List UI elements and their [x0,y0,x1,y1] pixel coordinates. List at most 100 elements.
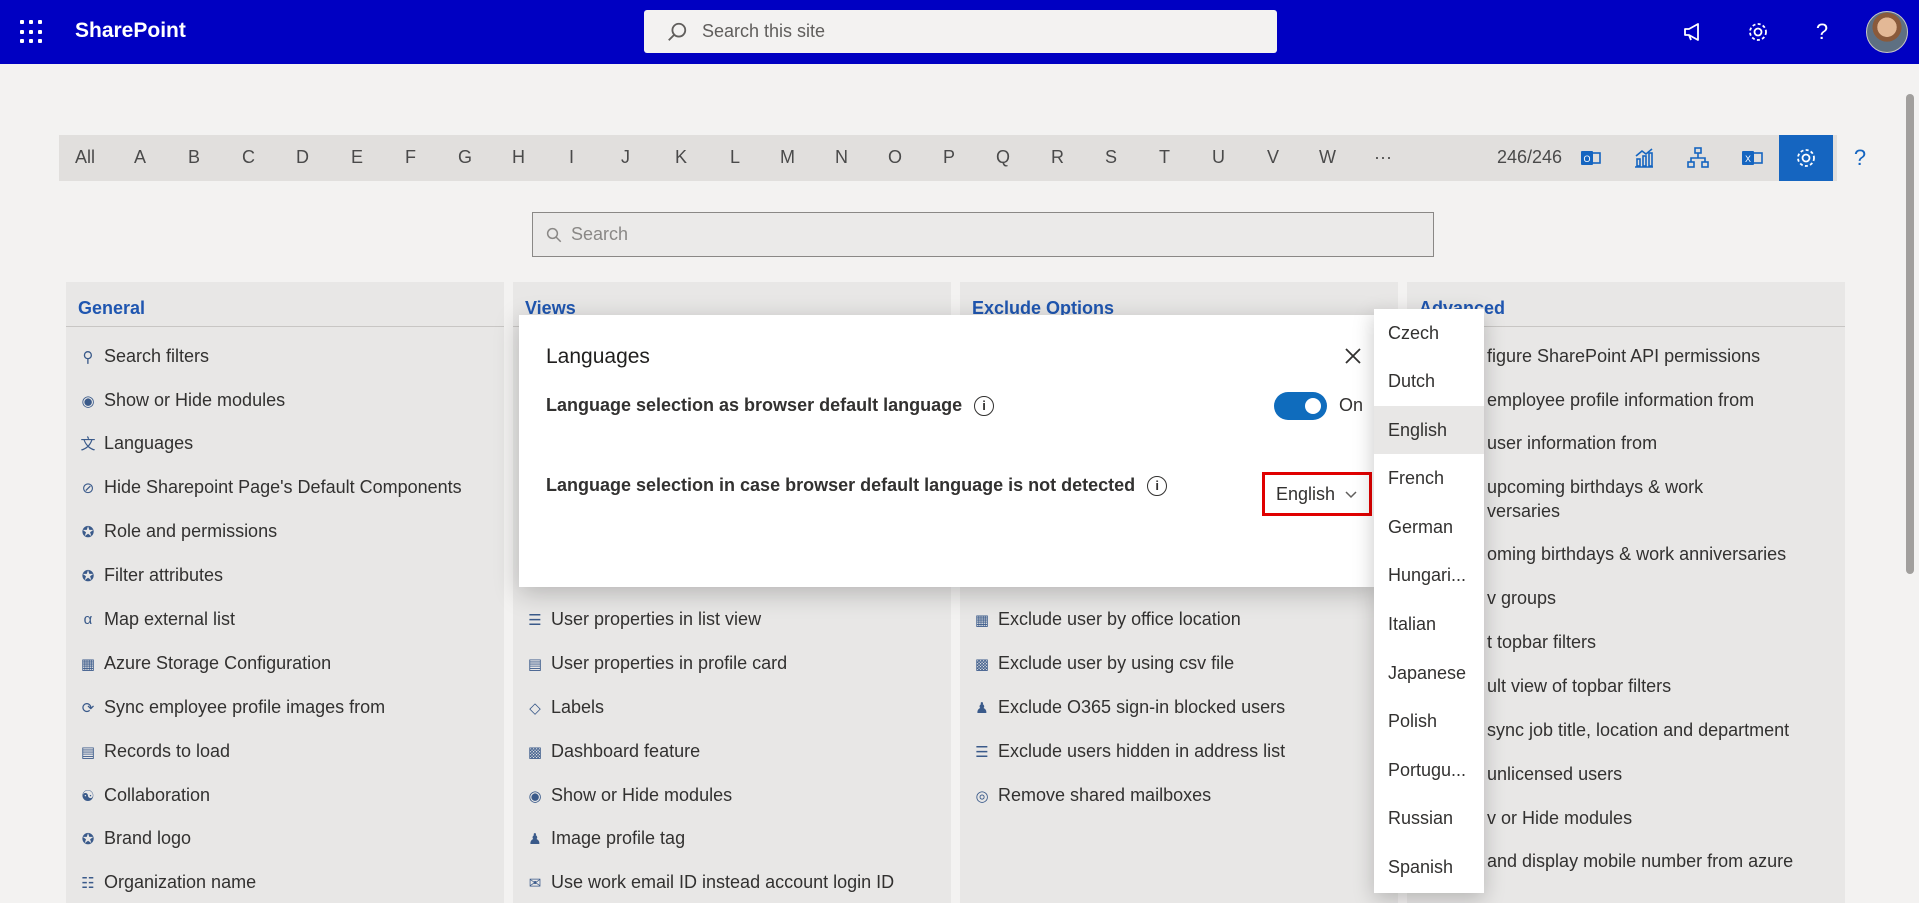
list-icon: ☰ [975,743,989,761]
settings-link-adv-show-hide-modules[interactable]: v or Hide modules [1487,808,1632,829]
browser-default-language-toggle[interactable] [1274,392,1327,420]
language-option[interactable]: Italian [1374,600,1484,648]
info-icon[interactable]: i [1147,475,1168,496]
letter-filter[interactable]: K [675,147,687,168]
settings-link-collaboration[interactable]: ☯ Collaboration [78,785,210,806]
settings-link-hide-components[interactable]: ⊘ Hide Sharepoint Page's Default Componen… [78,477,462,498]
settings-link-map-external-list[interactable]: α Map external list [78,609,235,630]
letter-filter[interactable]: J [621,147,630,168]
fallback-language-dropdown[interactable]: English [1262,472,1372,516]
letter-filter[interactable]: R [1051,147,1064,168]
help-icon[interactable]: ? [1833,135,1887,181]
excel-export-icon[interactable]: X [1725,135,1779,181]
letter-filter[interactable]: N [835,147,848,168]
letter-filter[interactable]: Q [996,147,1010,168]
settings-link-birthdays-source[interactable]: upcoming birthdays & work [1487,477,1703,498]
page-scrollbar[interactable] [1906,94,1914,574]
settings-link-topbar-filters[interactable]: t topbar filters [1487,632,1596,653]
language-option-selected[interactable]: English [1374,406,1484,454]
language-option[interactable]: Czech [1374,309,1484,357]
letter-filter[interactable]: U [1212,147,1225,168]
settings-link-organization-name[interactable]: ☷ Organization name [78,872,256,893]
settings-link-role-permissions[interactable]: ✪ Role and permissions [78,521,277,542]
settings-link-default-topbar-view[interactable]: ult view of topbar filters [1487,676,1671,697]
close-icon[interactable] [1341,344,1365,368]
settings-link-remove-shared-mailboxes[interactable]: ◎ Remove shared mailboxes [972,785,1211,806]
settings-link-employee-profile-source[interactable]: employee profile information from [1487,390,1754,411]
letter-filter[interactable]: L [730,147,740,168]
settings-link-languages[interactable]: 文 Languages [78,433,193,454]
letter-filter[interactable]: G [458,147,472,168]
settings-link-exclude-csv[interactable]: ▩ Exclude user by using csv file [972,653,1234,674]
outlook-export-icon[interactable]: O [1563,135,1617,181]
letter-filter[interactable]: S [1105,147,1117,168]
gear-icon[interactable] [1742,16,1774,48]
language-option[interactable]: Polish [1374,697,1484,745]
letter-filter[interactable]: D [296,147,309,168]
mailbox-icon: ◎ [975,787,989,805]
letter-filter[interactable]: I [569,147,574,168]
letter-filter[interactable]: W [1319,147,1336,168]
site-search-box[interactable]: Search this site [644,10,1277,53]
letter-filter[interactable]: H [512,147,525,168]
settings-link-mobile-number[interactable]: and display mobile number from azure [1487,851,1793,872]
settings-gear-icon[interactable] [1779,135,1833,181]
settings-link-label: versaries [1487,501,1561,521]
settings-link-exclude-office-location[interactable]: ▦ Exclude user by office location [972,609,1241,630]
settings-link-image-profile-tag[interactable]: ♟ Image profile tag [525,828,685,849]
directory-search-input[interactable]: Search [532,212,1434,257]
settings-link-groups[interactable]: v groups [1487,588,1556,609]
letter-filter[interactable]: V [1267,147,1279,168]
svg-text:X: X [1745,154,1751,164]
settings-link-birthdays-source-cont[interactable]: versaries [1487,501,1560,522]
language-option[interactable]: Spanish [1374,843,1484,891]
settings-link-unlicensed-users[interactable]: unlicensed users [1487,764,1622,785]
settings-link-exclude-hidden-users[interactable]: ☰ Exclude users hidden in address list [972,741,1285,762]
more-letters-icon[interactable]: ··· [1374,147,1392,168]
settings-link-labels[interactable]: ◇ Labels [525,697,604,718]
settings-link-user-info-source[interactable]: user information from [1487,433,1657,454]
avatar[interactable] [1866,11,1908,53]
language-option[interactable]: Japanese [1374,649,1484,697]
letter-filter[interactable]: C [242,147,255,168]
megaphone-icon[interactable] [1678,16,1710,48]
letter-filter[interactable]: All [75,147,95,168]
letter-filter[interactable]: M [780,147,795,168]
settings-link-work-email-id[interactable]: ✉ Use work email ID instead account login… [525,872,894,893]
settings-link-sync-images[interactable]: ⟳ Sync employee profile images from [78,697,385,718]
language-option[interactable]: Russian [1374,794,1484,842]
letter-filter[interactable]: F [405,147,416,168]
language-option[interactable]: French [1374,454,1484,502]
language-option[interactable]: German [1374,503,1484,551]
info-icon[interactable]: i [974,395,995,416]
settings-link-exclude-blocked-users[interactable]: ♟ Exclude O365 sign-in blocked users [972,697,1285,718]
dialog-title: Languages [546,345,650,368]
letter-filter[interactable]: T [1159,147,1170,168]
settings-link-azure-storage[interactable]: ▦ Azure Storage Configuration [78,653,331,674]
org-chart-icon[interactable] [1671,135,1725,181]
language-option[interactable]: Hungari... [1374,551,1484,599]
letter-filter[interactable]: P [943,147,955,168]
settings-link-records-to-load[interactable]: ▤ Records to load [78,741,230,762]
settings-link-search-filters[interactable]: ⚲ Search filters [78,346,210,367]
settings-link-views-show-hide-modules[interactable]: ◉ Show or Hide modules [525,785,732,806]
settings-link-api-permissions[interactable]: figure SharePoint API permissions [1487,346,1760,367]
letter-filter[interactable]: B [188,147,200,168]
help-icon[interactable]: ? [1806,16,1838,48]
letter-filter[interactable]: A [134,147,146,168]
language-option[interactable]: Portugu... [1374,746,1484,794]
settings-link-filter-attributes[interactable]: ✪ Filter attributes [78,565,223,586]
dashboard-chart-icon[interactable] [1617,135,1671,181]
settings-link-profile-card-properties[interactable]: ▤ User properties in profile card [525,653,787,674]
settings-link-upcoming-birthdays[interactable]: oming birthdays & work anniversaries [1487,544,1786,565]
letter-filter[interactable]: O [888,147,902,168]
app-launcher-icon[interactable] [20,20,44,44]
settings-link-dashboard-feature[interactable]: ▩ Dashboard feature [525,741,700,762]
settings-link-brand-logo[interactable]: ✪ Brand logo [78,828,191,849]
settings-link-sync-job-title[interactable]: sync job title, location and department [1487,720,1789,741]
settings-link-show-hide-modules[interactable]: ◉ Show or Hide modules [78,390,285,411]
brand-name[interactable]: SharePoint [75,19,186,43]
language-option[interactable]: Dutch [1374,357,1484,405]
letter-filter[interactable]: E [351,147,363,168]
settings-link-list-view-properties[interactable]: ☰ User properties in list view [525,609,761,630]
